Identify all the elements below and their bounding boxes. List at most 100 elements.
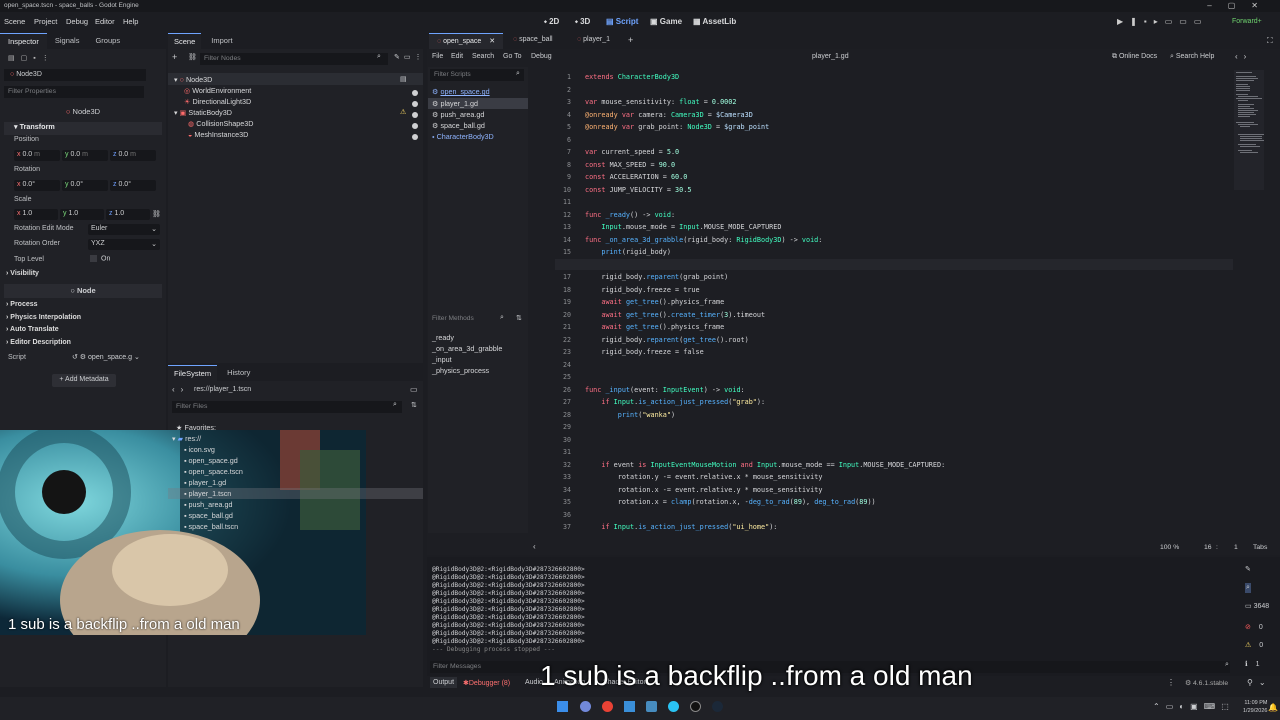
- rotation-z[interactable]: z 0.0°: [110, 180, 156, 191]
- filter-nodes-input[interactable]: Filter Nodes: [200, 53, 388, 65]
- node-select[interactable]: ○ Node3D: [4, 69, 146, 81]
- discord-icon[interactable]: [580, 701, 591, 712]
- code-line[interactable]: rigid_body.reparent(grab_point): [585, 273, 728, 281]
- code-line[interactable]: var mouse_sensitivity: float = 0.0002: [585, 98, 736, 106]
- tab-open-space[interactable]: ◌ open_space ✕: [429, 33, 504, 49]
- scale-y[interactable]: y 1.0: [60, 209, 104, 220]
- code-line[interactable]: print("wanka"): [585, 411, 675, 419]
- visibility-eye-icon[interactable]: [412, 123, 418, 129]
- section-physics-interpolation[interactable]: › Physics Interpolation: [0, 314, 166, 326]
- fs-file[interactable]: ▪ player_1.tscn: [184, 489, 231, 498]
- code-area[interactable]: 1 extends CharacterBody3D 2 3 var mouse_sens…: [555, 70, 1231, 540]
- renderer-select[interactable]: Forward+: [1232, 18, 1262, 25]
- visibility-eye-icon[interactable]: [412, 101, 418, 107]
- code-line[interactable]: const ACCELERATION = 60.0: [585, 173, 687, 181]
- fs-favorites[interactable]: ★ Favorites:: [176, 423, 216, 432]
- menu-debug[interactable]: Debug: [66, 17, 88, 26]
- fs-file[interactable]: ▪ open_space.gd: [184, 456, 238, 465]
- workspace-2d[interactable]: ⬩ 2D: [544, 17, 559, 27]
- code-line[interactable]: if Input.is_action_just_pressed("grab"):: [585, 398, 765, 406]
- tree-meshinstance3d[interactable]: ◒ MeshInstance3D: [188, 130, 248, 139]
- script-menu-debug[interactable]: Debug: [531, 53, 552, 60]
- tab-history[interactable]: History: [217, 365, 260, 381]
- code-line[interactable]: Input.mouse_mode = Input.MOUSE_MODE_CAPT…: [585, 223, 781, 231]
- tab-output[interactable]: Output: [430, 677, 458, 688]
- workspace-3d[interactable]: ⬩ 3D: [575, 17, 590, 27]
- position-y[interactable]: y 0.0 m: [62, 150, 108, 161]
- tab-scene[interactable]: Scene: [168, 33, 202, 49]
- warning-icon[interactable]: ⚠: [400, 108, 406, 116]
- filter-properties-input[interactable]: Filter Properties: [4, 86, 144, 98]
- run-controls[interactable]: ▶❚▪▸▭▭▭: [1117, 17, 1208, 26]
- tray-icons[interactable]: ⌃▭◐▣⌨⬚: [1153, 702, 1235, 711]
- photos-icon[interactable]: [624, 701, 635, 712]
- steam-icon[interactable]: [712, 701, 723, 712]
- method-item[interactable]: _on_area_3d_grabble: [432, 344, 502, 353]
- online-docs-button[interactable]: ⧉ Online Docs: [1112, 53, 1157, 61]
- code-line[interactable]: @onready var camera: Camera3D = $Camera3…: [585, 111, 753, 119]
- method-item[interactable]: _physics_process: [432, 366, 489, 375]
- tree-staticbody3d[interactable]: ▾ ▣ StaticBody3D: [174, 108, 232, 117]
- code-line[interactable]: const JUMP_VELOCITY = 30.5: [585, 186, 691, 194]
- indent-mode[interactable]: Tabs: [1253, 544, 1267, 551]
- toggle-split-icon[interactable]: ▭: [410, 385, 418, 394]
- sort-icon[interactable]: ⇅: [516, 314, 522, 322]
- code-line[interactable]: func _ready() -> void:: [585, 211, 675, 219]
- code-line[interactable]: extends CharacterBody3D: [585, 73, 679, 81]
- scale-x[interactable]: x 1.0: [14, 209, 58, 220]
- code-line[interactable]: rotation.y -= event.relative.x * mouse_s…: [585, 473, 823, 481]
- notification-icon[interactable]: 🔔: [1268, 703, 1278, 712]
- menu-editor[interactable]: Editor: [95, 17, 115, 26]
- section-transform[interactable]: ▾ Transform: [4, 122, 162, 135]
- script-item[interactable]: ⬩ CharacterBody3D: [432, 132, 494, 142]
- toggle-scripts-panel-icon[interactable]: ‹: [533, 542, 536, 551]
- script-item[interactable]: ⚙ space_ball.gd: [432, 121, 485, 130]
- code-line[interactable]: func _on_area_3d_grabble(rigid_body: Rig…: [585, 236, 822, 244]
- tree-node3d[interactable]: ▾ ○ Node3D: [174, 75, 212, 84]
- script-item[interactable]: ⚙ open_space.gd: [432, 87, 490, 96]
- tab-player-1[interactable]: ◌ player_1: [577, 36, 610, 43]
- distraction-free-icon[interactable]: ⛶: [1267, 36, 1273, 46]
- tab-signals[interactable]: Signals: [47, 33, 88, 49]
- history-arrows[interactable]: ‹›: [1235, 52, 1252, 61]
- pin-icon[interactable]: ⚲⌄: [1247, 678, 1272, 687]
- workspace-game[interactable]: ▣ Game: [650, 17, 682, 26]
- search-toggle-icon[interactable]: ⌕: [1245, 583, 1251, 593]
- script-item[interactable]: ⚙ push_area.gd: [432, 110, 484, 119]
- code-line[interactable]: rotation.x -= event.relative.y * mouse_s…: [585, 486, 823, 494]
- edge-icon[interactable]: [668, 701, 679, 712]
- script-menu-file[interactable]: File: [432, 53, 443, 60]
- fs-file[interactable]: ▪ player_1.gd: [184, 478, 226, 487]
- rotation-x[interactable]: x 0.0°: [14, 180, 60, 191]
- script-menu-search[interactable]: Search: [472, 53, 494, 60]
- search-help-button[interactable]: ⌕ Search Help: [1170, 53, 1214, 61]
- section-editor-description[interactable]: › Editor Description: [0, 339, 166, 351]
- section-process[interactable]: › Process: [0, 301, 166, 313]
- workspace-assetlib[interactable]: ▦ AssetLib: [693, 17, 736, 26]
- section-visibility[interactable]: › Visibility: [0, 270, 166, 282]
- all-messages-icon[interactable]: ▭ 3648: [1245, 602, 1269, 610]
- error-count[interactable]: ⊘ 0: [1245, 623, 1263, 631]
- code-line[interactable]: @onready var grab_point: Node3D = $grab_…: [585, 123, 769, 131]
- top-level-checkbox[interactable]: On: [90, 255, 110, 262]
- filter-files-input[interactable]: Filter Files: [172, 401, 402, 413]
- code-line[interactable]: if Input.is_action_just_pressed("ui_home…: [585, 523, 777, 531]
- visibility-eye-icon[interactable]: [412, 90, 418, 96]
- sort-icon[interactable]: ⇅: [411, 401, 417, 409]
- zoom-level[interactable]: 100 %: [1160, 544, 1179, 551]
- fs-file[interactable]: ▪ icon.svg: [184, 445, 215, 454]
- code-line[interactable]: const MAX_SPEED = 90.0: [585, 161, 675, 169]
- code-line[interactable]: func _input(event: InputEvent) -> void:: [585, 386, 745, 394]
- fs-path[interactable]: res://player_1.tscn: [194, 386, 251, 393]
- filter-methods-input[interactable]: Filter Methods: [430, 313, 510, 325]
- workspace-script[interactable]: ▤ Script: [606, 17, 638, 26]
- code-line[interactable]: rigid_body.freeze = false: [585, 348, 703, 356]
- fs-root[interactable]: ▾ ▰ res://: [172, 434, 201, 443]
- script-resource[interactable]: ↺ ⚙ open_space.g ⌄: [72, 353, 162, 361]
- position-x[interactable]: x 0.0 m: [14, 150, 60, 161]
- scene-tools[interactable]: ✎▭⋮: [394, 53, 425, 61]
- method-item[interactable]: _input: [432, 355, 452, 364]
- code-line[interactable]: await get_tree().create_timer(3).timeout: [585, 311, 765, 319]
- tab-filesystem[interactable]: FileSystem: [168, 365, 218, 381]
- scale-z[interactable]: z 1.0: [106, 209, 150, 220]
